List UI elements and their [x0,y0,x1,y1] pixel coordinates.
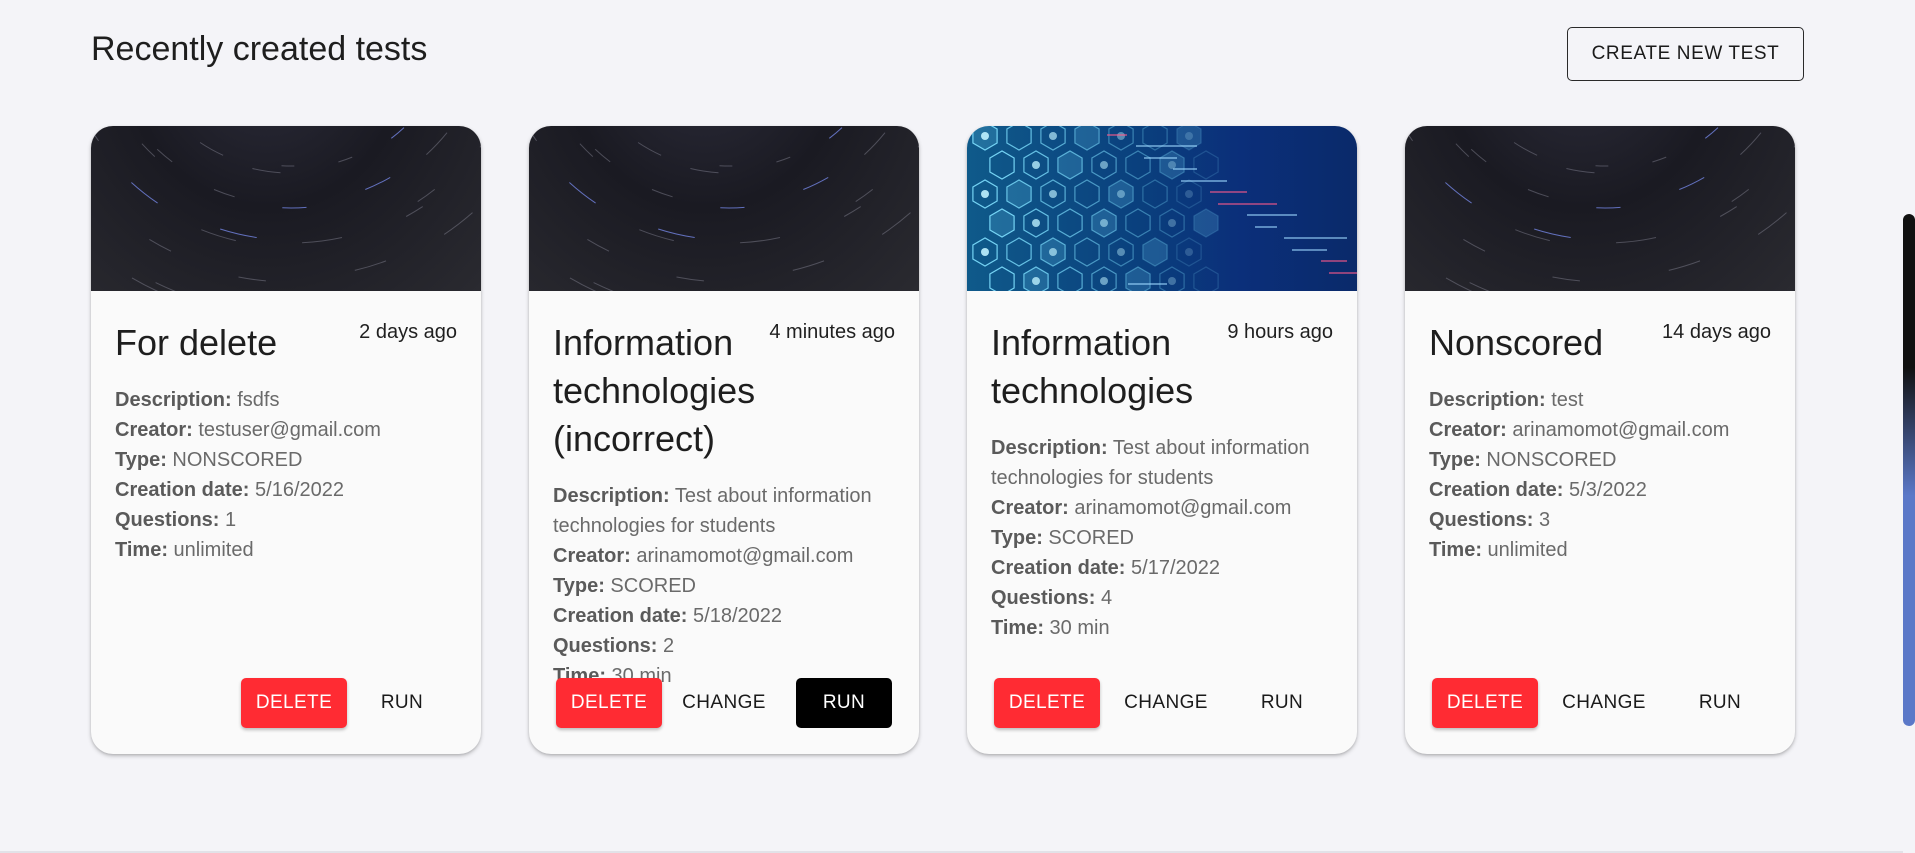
run-button[interactable]: RUN [1234,678,1330,728]
creator-row: Creator: testuser@gmail.com [115,419,381,441]
delete-button[interactable]: DELETE [994,678,1100,728]
creation-date-row: Creation date: 5/17/2022 [991,557,1221,579]
test-card: 9 hours ago Information technologies Des… [967,126,1357,754]
creation-date-row: Creation date: 5/16/2022 [115,479,345,501]
created-ago: 2 days ago [359,321,457,343]
change-button[interactable]: CHANGE [1549,678,1659,728]
created-ago: 14 days ago [1662,321,1771,343]
card-actions: DELETE RUN [91,678,481,728]
run-button[interactable]: RUN [796,678,892,728]
time-row: Time: unlimited [1429,539,1568,561]
card-title: Information technologies (incorrect) [553,322,756,459]
test-card: 14 days ago Nonscored Description: test … [1405,126,1795,754]
card-actions: DELETE CHANGE RUN [967,678,1357,728]
type-row: Type: SCORED [991,527,1134,549]
card-image-star-trails [1405,126,1795,291]
card-details: Description: Test about information tech… [553,481,895,691]
test-card: 2 days ago For delete Description: fsdfs… [91,126,481,754]
card-title: Information technologies [991,322,1194,411]
page-title: Recently created tests [91,30,428,68]
change-button[interactable]: CHANGE [1111,678,1221,728]
questions-row: Questions: 3 [1429,509,1551,531]
page: Recently created tests CREATE NEW TEST 2… [0,0,1915,853]
creation-date-row: Creation date: 5/3/2022 [1429,479,1647,501]
card-title: Nonscored [1429,322,1604,363]
test-card: 4 minutes ago Information technologies (… [529,126,919,754]
type-row: Type: NONSCORED [1429,449,1617,471]
run-button[interactable]: RUN [1672,678,1768,728]
card-image-star-trails [529,126,919,291]
card-details: Description: fsdfs Creator: testuser@gma… [115,385,457,565]
questions-row: Questions: 2 [553,635,675,657]
description-row: Description: Test about information tech… [991,437,1310,489]
type-row: Type: SCORED [553,575,696,597]
creator-row: Creator: arinamomot@gmail.com [553,545,854,567]
time-row: Time: unlimited [115,539,254,561]
run-button[interactable]: RUN [363,678,441,728]
description-row: Description: test [1429,389,1584,411]
created-ago: 9 hours ago [1227,321,1333,343]
card-actions: DELETE CHANGE RUN [1405,678,1795,728]
card-actions: DELETE CHANGE RUN [529,678,919,728]
card-image-tech-network [967,126,1357,291]
delete-button[interactable]: DELETE [241,678,347,728]
creator-row: Creator: arinamomot@gmail.com [1429,419,1730,441]
card-details: Description: test Creator: arinamomot@gm… [1429,385,1771,565]
creation-date-row: Creation date: 5/18/2022 [553,605,783,627]
delete-button[interactable]: DELETE [1432,678,1538,728]
questions-row: Questions: 1 [115,509,237,531]
type-row: Type: NONSCORED [115,449,303,471]
creator-row: Creator: arinamomot@gmail.com [991,497,1292,519]
change-button[interactable]: CHANGE [669,678,779,728]
time-row: Time: 30 min [991,617,1110,639]
scrollbar-thumb[interactable] [1903,214,1915,726]
card-image-star-trails [91,126,481,291]
create-new-test-button[interactable]: CREATE NEW TEST [1567,27,1804,81]
card-details: Description: Test about information tech… [991,433,1333,643]
description-row: Description: Test about information tech… [553,485,872,537]
card-title: For delete [115,322,278,363]
questions-row: Questions: 4 [991,587,1113,609]
delete-button[interactable]: DELETE [556,678,662,728]
description-row: Description: fsdfs [115,389,280,411]
created-ago: 4 minutes ago [769,321,895,343]
